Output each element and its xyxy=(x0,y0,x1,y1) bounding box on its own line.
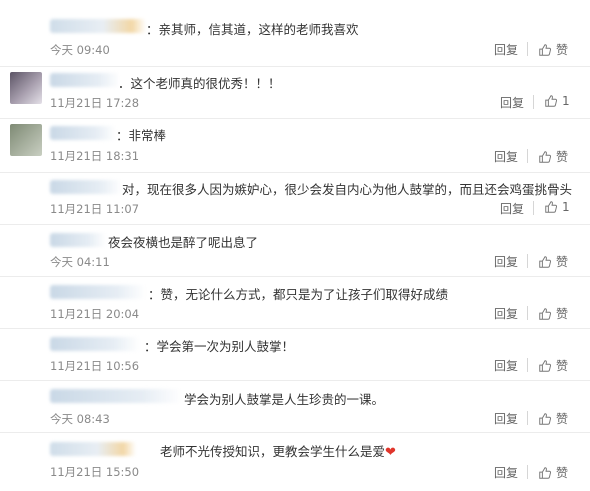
action-divider xyxy=(533,201,534,215)
comment-text: 对，现在很多人因为嫉妒心，很少会发自内心为他人鼓掌的，而且还会鸡蛋挑骨头 xyxy=(122,182,573,197)
reply-button[interactable]: 回复 xyxy=(494,253,518,270)
comment-text: ：赞，无论什么方式，都只是为了让孩子们取得好成绩 xyxy=(148,287,449,302)
comment-item: 对，现在很多人因为嫉妒心，很少会发自内心为他人鼓掌的，而且还会鸡蛋挑骨头 11月… xyxy=(0,172,590,225)
thumbs-up-icon xyxy=(539,466,552,479)
blurred-username[interactable] xyxy=(50,180,122,194)
comment-time: 11月21日 11:07 xyxy=(50,202,140,216)
reply-button[interactable]: 回复 xyxy=(494,41,518,58)
reply-button[interactable]: 回复 xyxy=(494,410,518,427)
comment-time: 11月21日 20:04 xyxy=(50,307,140,321)
comment-item: 老师不光传授知识，更教会学生什么是爱❤ 11月21日 15:50 回复 赞 xyxy=(0,432,590,491)
comment-time: 11月21日 10:56 xyxy=(50,359,140,373)
reply-button[interactable]: 回复 xyxy=(500,94,524,111)
comment-item: ：赞，无论什么方式，都只是为了让孩子们取得好成绩 11月21日 20:04 回复… xyxy=(0,276,590,329)
like-button[interactable]: 赞 xyxy=(538,357,568,374)
reply-button[interactable]: 回复 xyxy=(494,357,518,374)
blurred-username[interactable] xyxy=(50,73,120,87)
blurred-username[interactable] xyxy=(50,389,182,403)
like-label: 赞 xyxy=(556,412,569,426)
blurred-username[interactable] xyxy=(50,337,140,351)
comment-item: ．这个老师真的很优秀！！！ 11月21日 17:28 回复 1 xyxy=(0,66,590,119)
comment-time: 今天 09:40 xyxy=(50,43,110,57)
reply-button[interactable]: 回复 xyxy=(494,148,518,165)
like-button[interactable]: 赞 xyxy=(538,305,568,322)
action-divider xyxy=(527,42,528,56)
comment-text: ：亲其师，信其道，这样的老师我喜欢 xyxy=(146,22,359,37)
blurred-username[interactable] xyxy=(50,19,146,33)
action-divider xyxy=(533,95,534,109)
like-count: 1 xyxy=(562,94,570,108)
comment-item: ：亲其师，信其道，这样的老师我喜欢 今天 09:40 回复 赞 xyxy=(0,0,590,67)
thumbs-up-icon xyxy=(545,95,558,107)
like-count: 1 xyxy=(562,200,570,214)
thumbs-up-icon xyxy=(539,43,552,56)
like-button[interactable]: 赞 xyxy=(538,410,568,427)
thumbs-up-icon xyxy=(545,201,558,213)
like-button[interactable]: 1 xyxy=(544,200,570,214)
comment-text: ．这个老师真的很优秀！！！ xyxy=(118,76,281,91)
comment-time: 11月21日 18:31 xyxy=(50,149,140,163)
thumbs-up-icon xyxy=(539,255,552,268)
like-label: 赞 xyxy=(556,466,569,480)
avatar[interactable] xyxy=(10,72,42,104)
thumbs-up-icon xyxy=(539,307,552,320)
thumbs-up-icon xyxy=(539,359,552,372)
like-label: 赞 xyxy=(556,307,569,321)
like-button[interactable]: 赞 xyxy=(538,41,568,58)
like-button[interactable]: 赞 xyxy=(538,464,568,481)
reply-button[interactable]: 回复 xyxy=(494,464,518,481)
like-button[interactable]: 1 xyxy=(544,94,570,108)
blurred-username[interactable] xyxy=(50,285,146,299)
avatar[interactable] xyxy=(10,124,42,156)
comment-time: 11月21日 17:28 xyxy=(50,96,140,110)
comment-time: 今天 04:11 xyxy=(50,255,110,269)
blurred-username[interactable] xyxy=(50,233,106,247)
heart-icon: ❤ xyxy=(385,445,396,460)
comment-item: 夜会夜横也是醉了呢出息了 今天 04:11 回复 赞 xyxy=(0,224,590,277)
comment-text: 老师不光传授知识，更教会学生什么是爱❤ xyxy=(160,441,396,460)
like-button[interactable]: 赞 xyxy=(538,148,568,165)
comment-time: 11月21日 15:50 xyxy=(50,465,140,479)
action-divider xyxy=(527,358,528,372)
action-divider xyxy=(527,411,528,425)
thumbs-up-icon xyxy=(539,412,552,425)
comment-text-body: 老师不光传授知识，更教会学生什么是爱 xyxy=(160,444,386,459)
thumbs-up-icon xyxy=(539,150,552,163)
reply-button[interactable]: 回复 xyxy=(494,305,518,322)
action-divider xyxy=(527,465,528,479)
reply-button[interactable]: 回复 xyxy=(500,200,524,217)
comment-text: ：学会第一次为别人鼓掌！ xyxy=(144,339,295,354)
blurred-username[interactable] xyxy=(50,126,116,140)
like-label: 赞 xyxy=(556,255,569,269)
comment-item: 学会为别人鼓掌是人生珍贵的一课。 今天 08:43 回复 赞 xyxy=(0,380,590,433)
action-divider xyxy=(527,254,528,268)
comment-text: 夜会夜横也是醉了呢出息了 xyxy=(108,235,259,250)
comment-item: ：学会第一次为别人鼓掌！ 11月21日 10:56 回复 赞 xyxy=(0,328,590,381)
like-label: 赞 xyxy=(556,43,569,57)
action-divider xyxy=(527,306,528,320)
comment-item: ：非常棒 11月21日 18:31 回复 赞 xyxy=(0,118,590,173)
like-button[interactable]: 赞 xyxy=(538,253,568,270)
blurred-username[interactable] xyxy=(50,442,136,456)
action-divider xyxy=(527,149,528,163)
comment-time: 今天 08:43 xyxy=(50,412,110,426)
like-label: 赞 xyxy=(556,150,569,164)
comment-text: 学会为别人鼓掌是人生珍贵的一课。 xyxy=(184,392,385,407)
comment-text: ：非常棒 xyxy=(116,128,167,143)
like-label: 赞 xyxy=(556,359,569,373)
